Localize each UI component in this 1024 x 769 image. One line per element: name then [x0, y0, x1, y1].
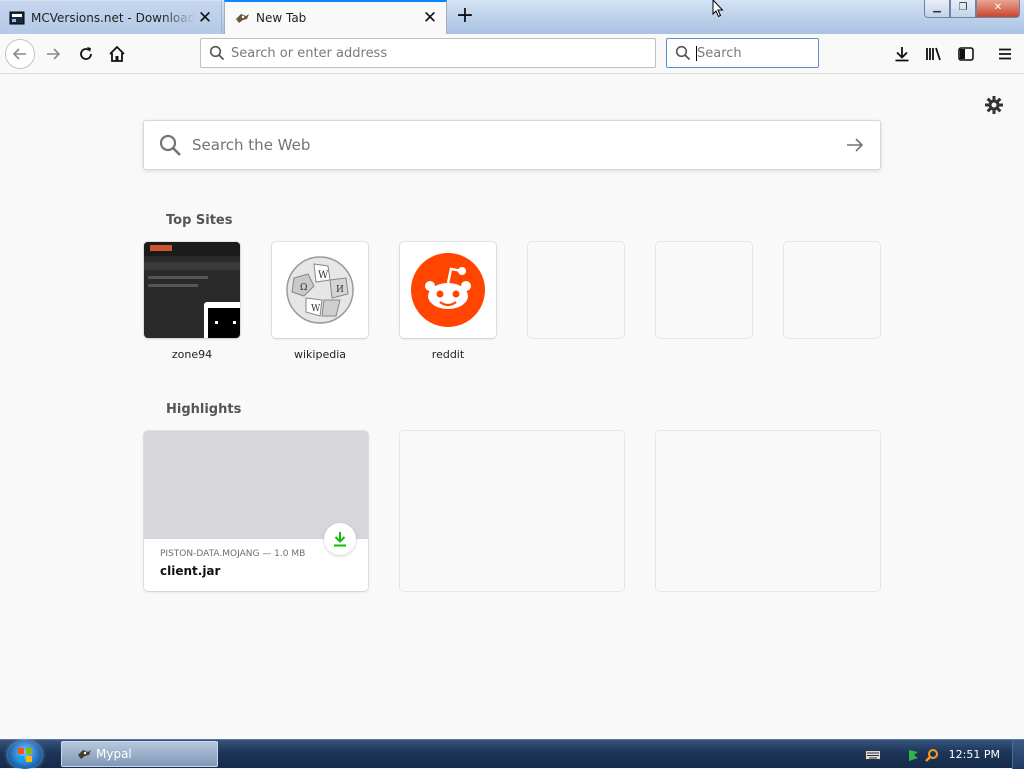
web-search-placeholder: Search the Web	[192, 136, 311, 154]
search-bar[interactable]: Search	[666, 38, 819, 68]
top-sites-heading: Top Sites	[166, 213, 233, 228]
search-placeholder: Search	[697, 45, 742, 61]
mcversions-favicon-icon	[9, 11, 25, 24]
close-window-button[interactable]: ✕	[976, 0, 1020, 18]
reload-icon	[80, 47, 92, 60]
minimize-button[interactable]: ▁	[924, 0, 950, 18]
close-tab-icon[interactable]: ✕	[195, 8, 215, 28]
reddit-tile	[400, 242, 496, 338]
zone94-thumbnail	[144, 242, 240, 338]
library-icon	[926, 47, 941, 61]
taskbar-item-label: Mypal	[96, 747, 132, 761]
taskbar: Mypal 12:51 PM	[0, 739, 1024, 769]
highlight-card[interactable]: PISTON-DATA.MOJANG — 1.0 MB client.jar	[144, 431, 368, 591]
top-site-label: wikipedia	[293, 348, 346, 361]
new-tab-button[interactable]: +	[453, 5, 477, 29]
library-button[interactable]	[919, 39, 949, 69]
menu-button[interactable]	[990, 39, 1020, 69]
tab-new-tab[interactable]: New Tab ✕	[224, 0, 447, 34]
search-icon	[209, 45, 225, 61]
svg-text:W: W	[311, 304, 321, 314]
downloads-button[interactable]	[887, 39, 917, 69]
highlight-title: client.jar	[160, 564, 221, 578]
search-tray-icon[interactable]	[924, 748, 939, 762]
highlight-empty	[656, 431, 880, 591]
wikipedia-globe-icon: W И Ω W	[286, 256, 354, 324]
svg-text:W: W	[318, 270, 329, 281]
back-button[interactable]	[5, 39, 35, 69]
reddit-icon	[411, 253, 485, 327]
arrow-right-icon[interactable]	[846, 137, 864, 153]
gear-icon[interactable]	[984, 95, 1004, 115]
hamburger-menu-icon	[999, 48, 1011, 60]
window-titlebar: MCVersions.net - Download Minecraft Vers…	[0, 0, 1024, 34]
clock[interactable]: 12:51 PM	[949, 748, 1000, 761]
navigation-toolbar: Search or enter address Search	[0, 34, 1024, 74]
taskbar-item-mypal[interactable]: Mypal	[61, 741, 218, 767]
top-site-zone94[interactable]: zone94	[144, 242, 240, 361]
mypal-favicon-icon	[78, 750, 91, 759]
web-search-box[interactable]: Search the Web	[143, 120, 881, 170]
tab-mcversions[interactable]: MCVersions.net - Download Minecraft Vers…	[0, 1, 222, 34]
search-icon	[159, 134, 181, 156]
sidebar-icon	[958, 47, 974, 61]
mypal-favicon-icon	[236, 14, 249, 23]
top-site-wikipedia[interactable]: W И Ω W wikipedia	[272, 242, 368, 361]
start-button[interactable]	[8, 741, 42, 769]
forward-button[interactable]	[38, 39, 68, 69]
restore-button[interactable]: ❐	[950, 0, 976, 18]
download-icon	[334, 532, 346, 547]
highlight-meta: PISTON-DATA.MOJANG — 1.0 MB	[160, 549, 306, 559]
keyboard-icon[interactable]	[864, 749, 881, 760]
windows-logo-icon	[18, 748, 32, 762]
mouse-cursor-icon	[712, 0, 724, 18]
top-site-reddit[interactable]: reddit	[400, 242, 496, 361]
window-caption-buttons: ▁ ❐ ✕	[924, 0, 1020, 18]
address-placeholder: Search or enter address	[231, 45, 388, 61]
top-site-empty	[784, 242, 880, 338]
svg-text:И: И	[336, 285, 344, 295]
download-icon	[895, 47, 909, 62]
new-tab-page: Search the Web Top Sites zone94 W И Ω W …	[0, 75, 1024, 739]
empty-tile	[784, 242, 880, 338]
sidebar-button[interactable]	[951, 39, 981, 69]
address-bar[interactable]: Search or enter address	[200, 38, 656, 68]
top-site-empty	[656, 242, 752, 338]
close-tab-icon[interactable]: ✕	[420, 8, 440, 28]
arrow-right-icon	[47, 48, 61, 60]
top-site-empty	[528, 242, 624, 338]
search-icon	[675, 45, 691, 61]
home-button[interactable]	[102, 39, 132, 69]
network-flag-icon[interactable]	[907, 748, 921, 762]
svg-text:Ω: Ω	[300, 283, 307, 293]
empty-tile	[528, 242, 624, 338]
zone94-favicon-icon	[204, 302, 240, 338]
arrow-left-icon	[12, 48, 26, 60]
download-badge	[324, 523, 356, 555]
empty-tile	[656, 242, 752, 338]
highlights-heading: Highlights	[166, 402, 242, 417]
wikipedia-tile: W И Ω W	[272, 242, 368, 338]
top-site-label: zone94	[171, 348, 213, 361]
top-site-label: reddit	[431, 348, 465, 361]
tab-title: MCVersions.net - Download Minecraft Vers…	[31, 10, 195, 25]
reload-button[interactable]	[71, 39, 101, 69]
system-tray: 12:51 PM	[864, 740, 1024, 769]
tab-title: New Tab	[256, 11, 307, 25]
highlight-empty	[400, 431, 624, 591]
show-desktop-button[interactable]	[1012, 740, 1024, 769]
home-icon	[109, 45, 125, 62]
